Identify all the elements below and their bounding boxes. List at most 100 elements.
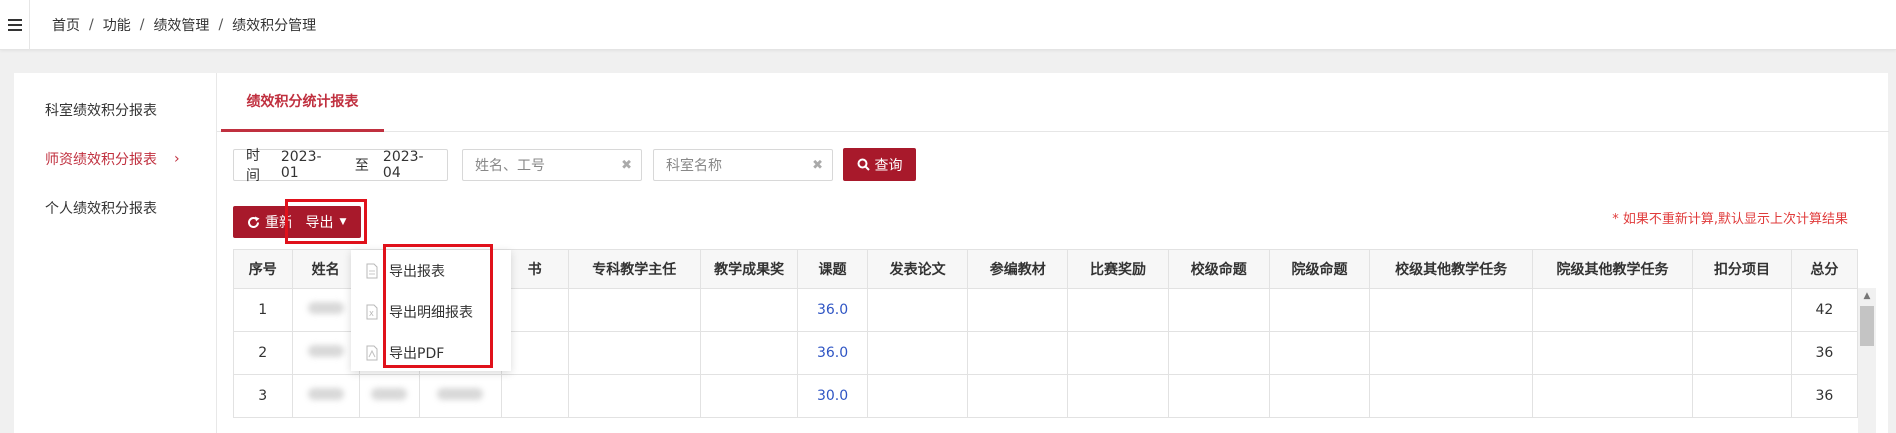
sidebar-item-label: 师资绩效积分报表: [45, 151, 157, 168]
sidebar-item-dept-report[interactable]: 科室绩效积分报表: [14, 85, 216, 134]
cell-school-other: [1369, 331, 1533, 375]
cell-specialty-director: [567, 331, 701, 375]
col-competition: 比赛奖励: [1067, 249, 1169, 289]
date-range-separator: 至: [354, 158, 369, 174]
cell-school-other: [1369, 374, 1533, 418]
export-menu-highlight-box: [383, 244, 493, 368]
breadcrumb-function[interactable]: 功能: [103, 15, 131, 35]
col-textbooks: 参编教材: [967, 249, 1069, 289]
col-specialty-director: 专科教学主任: [567, 249, 701, 289]
cell-index: 2: [233, 331, 293, 375]
cell-papers: [866, 374, 969, 418]
cell-school-exam: [1167, 288, 1270, 332]
cell-index: 3: [233, 374, 293, 418]
clear-icon[interactable]: ✖: [812, 158, 823, 173]
cell-textbooks: [967, 288, 1069, 332]
cell-specialty-director: [567, 288, 701, 332]
cell-college-exam: [1268, 374, 1371, 418]
col-total: 总分: [1790, 249, 1859, 289]
cell-school-exam: [1167, 374, 1270, 418]
cell-deduction: [1692, 331, 1792, 375]
cell-book: [500, 288, 569, 332]
clear-icon[interactable]: ✖: [621, 158, 632, 173]
cell-name-redacted: [291, 331, 360, 375]
cell-competition: [1067, 331, 1169, 375]
top-bar: 首页 / 功能 / 绩效管理 / 绩效积分管理: [0, 0, 1896, 50]
scrollbar-thumb[interactable]: [1860, 306, 1874, 346]
tab-bar: 绩效积分统计报表: [217, 73, 1889, 132]
breadcrumb: 首页 / 功能 / 绩效管理 / 绩效积分管理: [52, 15, 317, 35]
cell-deduction: [1692, 288, 1792, 332]
col-deduction: 扣分项目: [1692, 249, 1792, 289]
col-college-other: 院级其他教学任务: [1531, 249, 1694, 289]
cell-papers: [866, 288, 969, 332]
cell-topic-link[interactable]: 36.0: [797, 288, 868, 332]
breadcrumb-current: 绩效积分管理: [232, 18, 317, 34]
cell-school-other: [1369, 288, 1533, 332]
col-papers: 发表论文: [866, 249, 969, 289]
sidebar-item-label: 科室绩效积分报表: [45, 102, 157, 119]
name-search-input[interactable]: 姓名、工号 ✖: [462, 149, 642, 181]
cell-papers: [866, 331, 969, 375]
col-college-exam: 院级命题: [1268, 249, 1371, 289]
cell-deduction: [1692, 374, 1792, 418]
file-icon: [366, 263, 378, 278]
report-sidebar: 科室绩效积分报表 师资绩效积分报表 › 个人绩效积分报表: [14, 73, 216, 433]
cell-specialty-director: [567, 374, 701, 418]
cell-college-other: [1531, 331, 1694, 375]
date-to-value[interactable]: 2023-04: [383, 149, 439, 181]
col-name: 姓名: [291, 249, 360, 289]
cell-school-exam: [1167, 331, 1270, 375]
chevron-right-icon: ›: [174, 150, 180, 167]
cell-college-exam: [1268, 288, 1371, 332]
cell-textbooks: [967, 374, 1069, 418]
pdf-file-icon: [366, 345, 378, 360]
export-highlight-box: [285, 199, 367, 244]
cell-index: 1: [233, 288, 293, 332]
sidebar-item-personal-report[interactable]: 个人绩效积分报表: [14, 183, 216, 232]
excel-file-icon: X: [366, 304, 378, 319]
cell-total: 36: [1790, 331, 1859, 375]
cell-teaching-award: [699, 331, 799, 375]
date-range-label: 时间: [246, 148, 260, 184]
cell-name-redacted: [291, 374, 360, 418]
scroll-up-arrow-icon[interactable]: ▲: [1858, 288, 1876, 304]
col-index: 序号: [233, 249, 293, 289]
date-range-picker[interactable]: 时间 2023-01 至 2023-04: [233, 148, 448, 184]
table-row[interactable]: 3 30.0 36: [233, 374, 1859, 418]
refresh-icon: [248, 216, 260, 228]
cell-book: [500, 374, 569, 418]
cell-textbooks: [967, 331, 1069, 375]
query-button-label: 查询: [874, 157, 903, 174]
hamburger-icon: [7, 19, 22, 31]
cell-college-other: [1531, 374, 1694, 418]
table-scrollbar[interactable]: ▲: [1858, 288, 1876, 433]
sidebar-item-faculty-report[interactable]: 师资绩效积分报表 ›: [14, 134, 216, 183]
cell-book: [500, 331, 569, 375]
breadcrumb-performance[interactable]: 绩效管理: [153, 15, 209, 35]
cell-competition: [1067, 374, 1169, 418]
tab-score-statistics[interactable]: 绩效积分统计报表: [221, 73, 384, 132]
cell-competition: [1067, 288, 1169, 332]
breadcrumb-home[interactable]: 首页: [52, 15, 80, 35]
cell-total: 42: [1790, 288, 1859, 332]
cell-name-redacted: [291, 288, 360, 332]
col-teaching-award: 教学成果奖: [699, 249, 799, 289]
col-book: 书: [500, 249, 569, 289]
cell-teaching-award: [699, 374, 799, 418]
cell-topic-link[interactable]: 30.0: [797, 374, 868, 418]
sidebar-item-label: 个人绩效积分报表: [45, 200, 157, 217]
cell-total: 36: [1790, 374, 1859, 418]
col-school-other: 校级其他教学任务: [1369, 249, 1533, 289]
menu-toggle-button[interactable]: [0, 0, 30, 50]
col-school-exam: 校级命题: [1167, 249, 1270, 289]
cell-topic-link[interactable]: 36.0: [797, 331, 868, 375]
cell-college-exam: [1268, 331, 1371, 375]
cell-department-redacted: [419, 374, 502, 418]
dept-search-input[interactable]: 科室名称 ✖: [653, 149, 833, 181]
query-button[interactable]: 查询: [843, 148, 916, 181]
svg-text:X: X: [369, 310, 374, 318]
col-topic: 课题: [797, 249, 868, 289]
date-from-value[interactable]: 2023-01: [281, 149, 337, 181]
dept-search-placeholder: 科室名称: [666, 158, 722, 174]
